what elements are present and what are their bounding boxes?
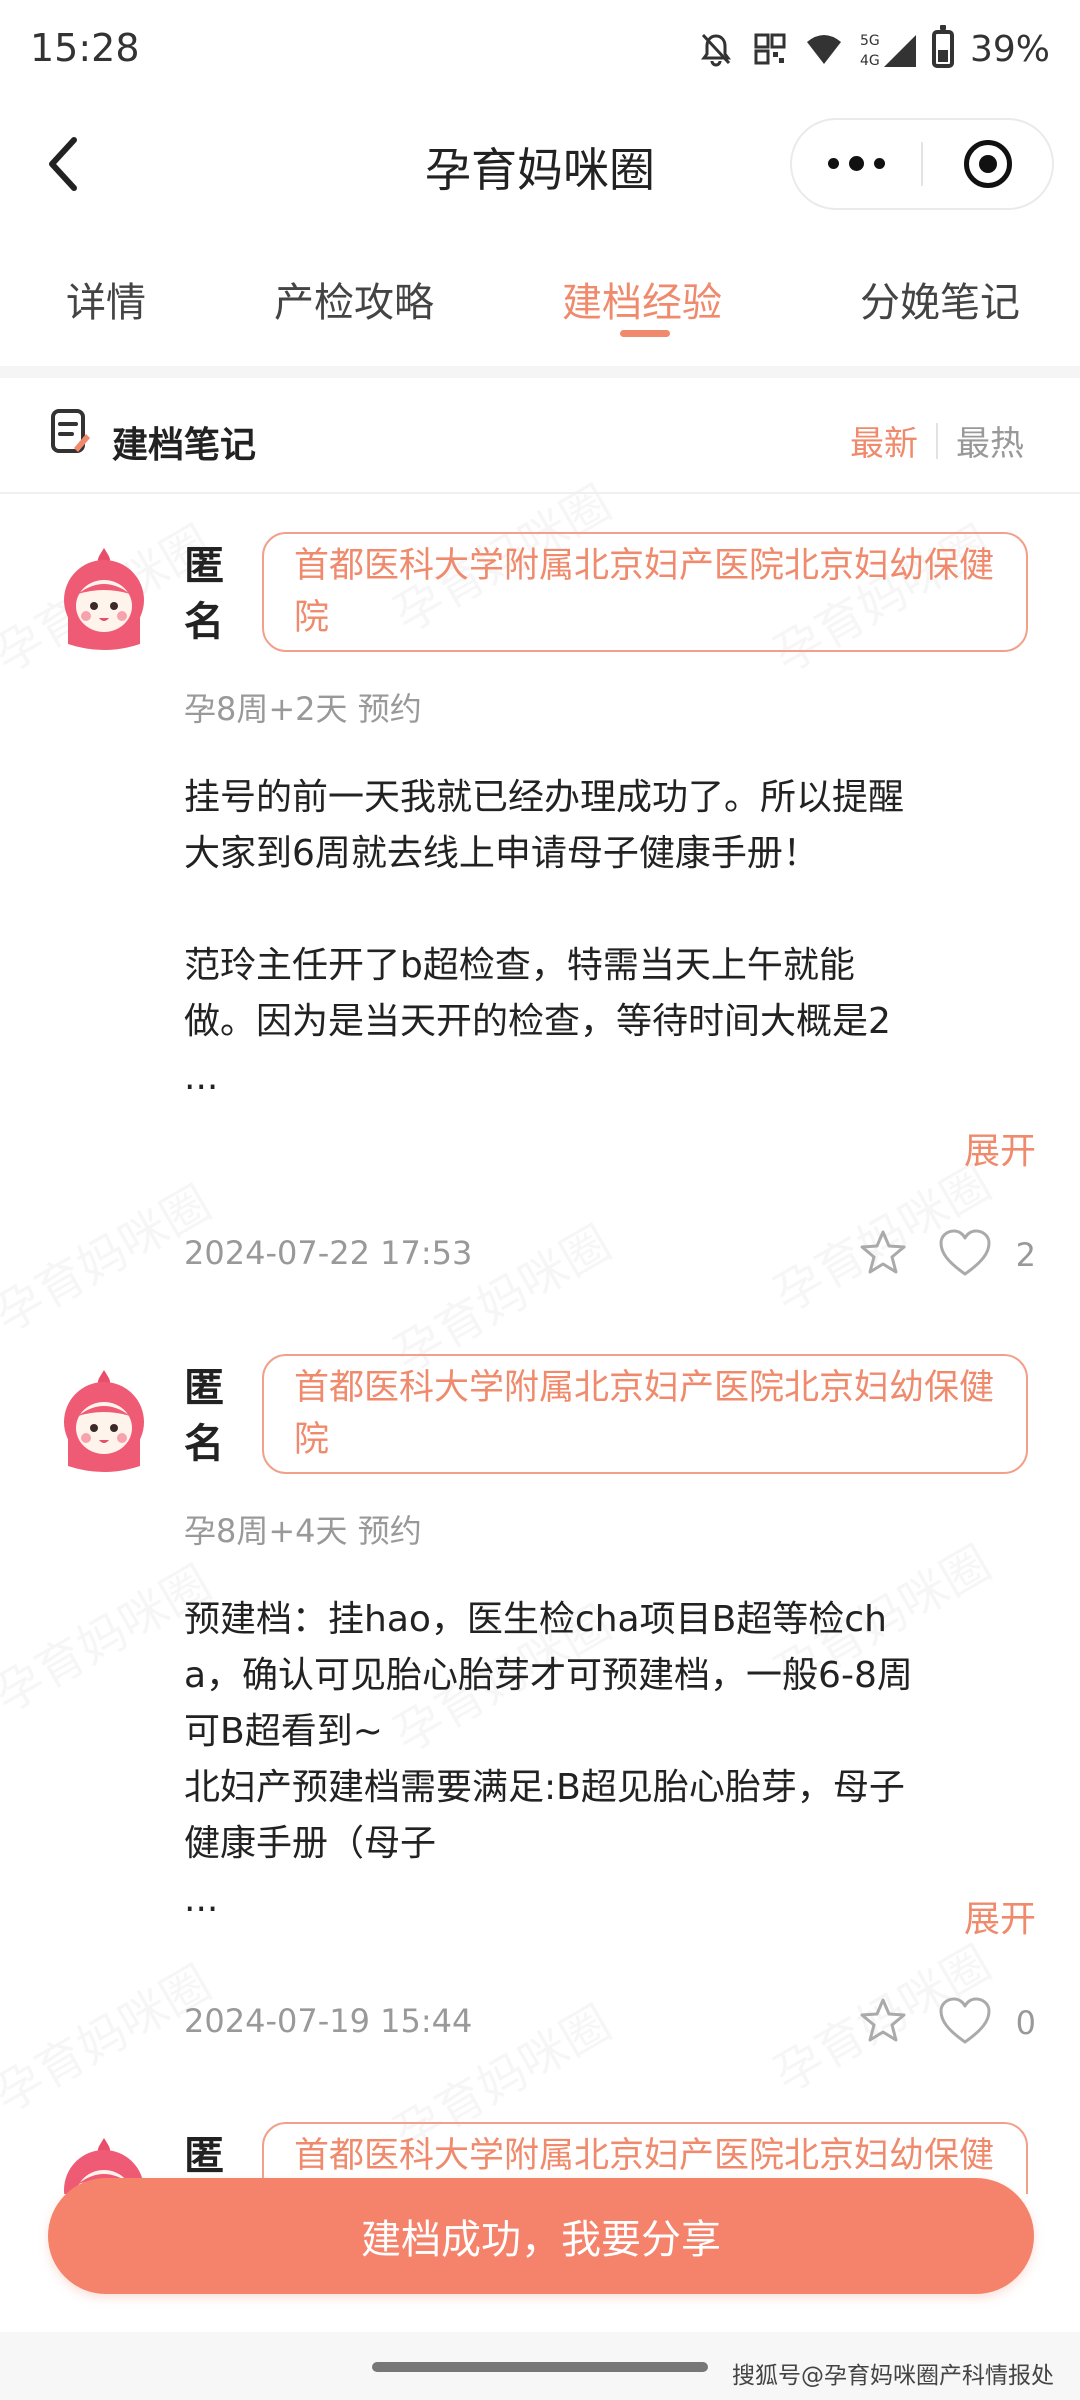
mini-program-capsule bbox=[790, 118, 1054, 210]
status-time: 15:28 bbox=[30, 26, 140, 70]
post-card[interactable]: 匿名 首都医科大学附属北京妇产医院北京妇幼保健院 孕8周+4天 预约 预建档：挂… bbox=[0, 1316, 1080, 2076]
bell-muted-icon bbox=[696, 29, 736, 69]
notes-icon bbox=[50, 408, 92, 458]
author-name: 匿名 bbox=[184, 543, 224, 645]
source-credit: 搜狐号@孕育妈咪圈产科情报处 bbox=[732, 2363, 1054, 2389]
tab-checkup-guide[interactable]: 产检攻略 bbox=[274, 270, 434, 328]
svg-text:4G: 4G bbox=[860, 53, 880, 69]
hospital-tag[interactable]: 首都医科大学附属北京妇产医院北京妇幼保健院 bbox=[262, 1354, 1028, 1474]
pregnancy-meta: 孕8周+4天 预约 bbox=[184, 1512, 422, 1550]
svg-text:5G: 5G bbox=[860, 33, 880, 49]
tab-delivery-notes[interactable]: 分娩笔记 bbox=[860, 270, 1020, 328]
nfc-icon bbox=[750, 29, 790, 69]
post-content: 预建档：挂hao，医生检cha项目B超等检cha，确认可见胎心胎芽才可预建档，一… bbox=[184, 1599, 913, 1920]
status-icons: 5G 4G 39% bbox=[696, 24, 1050, 74]
heart-icon[interactable] bbox=[938, 1996, 992, 2046]
avatar bbox=[54, 544, 154, 654]
active-tab-indicator bbox=[620, 330, 670, 337]
share-button[interactable]: 建档成功，我要分享 bbox=[48, 2178, 1034, 2294]
expand-button[interactable]: 展开 bbox=[964, 1890, 1036, 1942]
close-mini-program-button[interactable] bbox=[923, 120, 1052, 208]
tab-bar: 详情 产检攻略 建档经验 分娩笔记 bbox=[0, 252, 1080, 352]
post-date: 2024-07-22 17:53 bbox=[184, 1234, 473, 1272]
post-card[interactable]: 匿名 首都医科大学附属北京妇产医院北京妇幼保健院 孕8周+2天 预约 挂号的前一… bbox=[0, 494, 1080, 1314]
tab-details[interactable]: 详情 bbox=[66, 270, 146, 328]
battery-icon bbox=[931, 25, 954, 68]
hospital-tag[interactable]: 首都医科大学附属北京妇产医院北京妇幼保健院 bbox=[262, 532, 1028, 652]
star-icon[interactable] bbox=[858, 1228, 908, 1278]
battery-percent: 39% bbox=[969, 28, 1050, 70]
divider bbox=[0, 366, 1080, 378]
sort-divider bbox=[936, 422, 938, 459]
expand-button[interactable]: 展开 bbox=[964, 1122, 1036, 1174]
status-bar: 15:28 5G 4G 39% bbox=[0, 0, 1080, 104]
tab-registration-experience[interactable]: 建档经验 bbox=[562, 270, 722, 328]
target-icon bbox=[963, 140, 1012, 188]
post-footer: 2024-07-19 15:44 0 bbox=[184, 1992, 1036, 2052]
author-name: 匿名 bbox=[184, 1365, 224, 1467]
section-header: 建档笔记 最新 最热 bbox=[0, 378, 1080, 494]
post-content: 挂号的前一天我就已经办理成功了。所以提醒大家到6周就去线上申请母子健康手册！ 范… bbox=[184, 777, 905, 1098]
sort-latest[interactable]: 最新 bbox=[850, 416, 918, 465]
home-indicator[interactable] bbox=[372, 2362, 708, 2372]
nav-bar: 孕育妈咪圈 bbox=[0, 104, 1080, 224]
wifi-icon bbox=[804, 29, 844, 69]
section-title: 建档笔记 bbox=[112, 425, 257, 466]
heart-icon[interactable] bbox=[938, 1228, 992, 1278]
avatar bbox=[54, 1366, 154, 1476]
star-icon[interactable] bbox=[858, 1996, 908, 2046]
like-count: 0 bbox=[1015, 2004, 1036, 2042]
pregnancy-meta: 孕8周+2天 预约 bbox=[184, 690, 422, 728]
network-label: 5G 4G bbox=[858, 29, 918, 69]
post-footer: 2024-07-22 17:53 2 bbox=[184, 1224, 1036, 1284]
more-dots-icon bbox=[828, 155, 885, 171]
post-date: 2024-07-19 15:44 bbox=[184, 2002, 473, 2040]
sort-hot[interactable]: 最热 bbox=[956, 416, 1024, 465]
like-count: 2 bbox=[1015, 1236, 1036, 1274]
sort-toggle: 最新 最热 bbox=[850, 416, 1024, 465]
more-button[interactable] bbox=[792, 120, 921, 208]
